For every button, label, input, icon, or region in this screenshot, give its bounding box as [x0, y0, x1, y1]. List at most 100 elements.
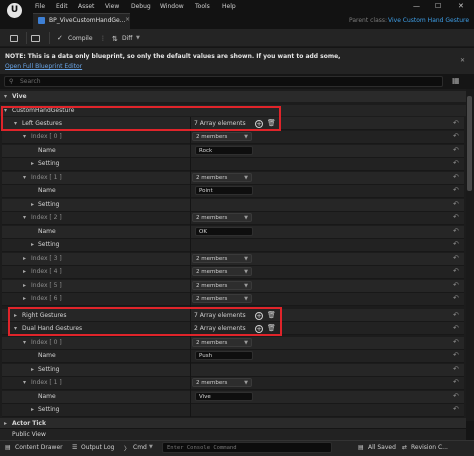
- expand-arrow-icon[interactable]: ▸: [23, 295, 26, 302]
- parent-class-link[interactable]: Vive Custom Hand Gesture: [388, 17, 469, 24]
- reset-icon[interactable]: ↶: [453, 324, 459, 332]
- scrollbar-thumb[interactable]: [467, 96, 472, 191]
- reset-icon[interactable]: ↶: [453, 267, 459, 275]
- reset-icon[interactable]: ↶: [453, 240, 459, 248]
- members-dropdown[interactable]: 2 members ▼: [192, 213, 252, 222]
- reset-icon[interactable]: ↶: [453, 311, 459, 319]
- reset-icon[interactable]: ↶: [453, 281, 459, 289]
- cmd-button[interactable]: Cmd: [133, 444, 147, 451]
- category-actor-tick[interactable]: [0, 418, 466, 428]
- compile-icon[interactable]: ✓: [57, 34, 63, 42]
- revision-control-button[interactable]: Revision C...: [411, 444, 469, 451]
- save-icon[interactable]: [10, 35, 18, 42]
- tab-close-icon[interactable]: ×: [125, 16, 130, 23]
- view-options-icon[interactable]: ▦: [452, 76, 461, 85]
- expand-arrow-icon[interactable]: ▸: [23, 255, 26, 262]
- unreal-logo-icon[interactable]: U: [7, 3, 22, 18]
- members-dropdown[interactable]: 2 members ▼: [192, 254, 252, 263]
- reset-icon[interactable]: ↶: [453, 159, 459, 167]
- reset-icon[interactable]: ↶: [453, 365, 459, 373]
- setting-row[interactable]: [2, 239, 464, 252]
- name-input[interactable]: OK: [195, 227, 253, 236]
- name-input[interactable]: Rock: [195, 146, 253, 155]
- name-input[interactable]: Vive: [195, 392, 253, 401]
- note-close-icon[interactable]: ✕: [460, 57, 465, 64]
- reset-icon[interactable]: ↶: [453, 392, 459, 400]
- expand-arrow-icon[interactable]: ▾: [23, 214, 26, 221]
- menu-debug[interactable]: Debug: [131, 3, 151, 10]
- expand-arrow-icon[interactable]: ▸: [31, 201, 34, 208]
- menu-help[interactable]: Help: [222, 3, 236, 10]
- close-window-button[interactable]: ✕: [458, 2, 464, 10]
- browse-icon[interactable]: [31, 35, 40, 42]
- members-dropdown[interactable]: 2 members ▼: [192, 267, 252, 276]
- compile-options-chevron-icon[interactable]: ⋮: [100, 35, 106, 42]
- content-drawer-button[interactable]: Content Drawer: [15, 444, 63, 451]
- menu-edit[interactable]: Edit: [56, 3, 68, 10]
- reset-icon[interactable]: ↶: [453, 173, 459, 181]
- output-log-button[interactable]: Output Log: [81, 444, 114, 451]
- expand-arrow-icon[interactable]: ▸: [23, 282, 26, 289]
- reset-icon[interactable]: ↶: [453, 378, 459, 386]
- setting-row[interactable]: [2, 158, 464, 171]
- all-saved-label[interactable]: All Saved: [368, 444, 396, 451]
- name-input[interactable]: Push: [195, 351, 253, 360]
- console-command-input[interactable]: Enter Console Command: [162, 442, 332, 453]
- diff-button[interactable]: Diff: [122, 35, 132, 42]
- expand-arrow-icon[interactable]: ▾: [23, 174, 26, 181]
- members-dropdown[interactable]: 2 members ▼: [192, 173, 252, 182]
- name-input[interactable]: Point: [195, 186, 253, 195]
- members-dropdown[interactable]: 2 members ▼: [192, 294, 252, 303]
- reset-icon[interactable]: ↶: [453, 213, 459, 221]
- output-log-icon[interactable]: ☰: [72, 444, 77, 451]
- reset-icon[interactable]: ↶: [453, 338, 459, 346]
- menu-tools[interactable]: Tools: [195, 3, 210, 10]
- reset-icon[interactable]: ↶: [453, 186, 459, 194]
- expand-arrow-icon[interactable]: ▾: [4, 93, 7, 100]
- setting-row[interactable]: [2, 364, 464, 377]
- members-dropdown[interactable]: 2 members ▼: [192, 281, 252, 290]
- reset-icon[interactable]: ↶: [453, 227, 459, 235]
- reset-icon[interactable]: ↶: [453, 132, 459, 140]
- content-drawer-icon[interactable]: ▤: [5, 444, 11, 451]
- diff-icon[interactable]: ⇅: [112, 35, 118, 43]
- expand-arrow-icon[interactable]: ▾: [23, 379, 26, 386]
- expand-arrow-icon[interactable]: ▸: [31, 241, 34, 248]
- minimize-button[interactable]: —: [413, 2, 420, 10]
- expand-arrow-icon[interactable]: ▾: [23, 339, 26, 346]
- search-input[interactable]: [20, 77, 420, 86]
- expand-arrow-icon[interactable]: ▸: [31, 366, 34, 373]
- tab-title[interactable]: BP_ViveCustomHandGe...: [49, 17, 125, 24]
- menu-asset[interactable]: Asset: [78, 3, 94, 10]
- menu-file[interactable]: File: [35, 3, 45, 10]
- open-full-editor-link[interactable]: Open Full Blueprint Editor: [5, 63, 82, 70]
- reset-icon[interactable]: ↶: [453, 119, 459, 127]
- diff-chevron-down-icon[interactable]: ▼: [136, 35, 140, 41]
- setting-row[interactable]: [2, 199, 464, 212]
- menu-view[interactable]: View: [105, 3, 119, 10]
- members-dropdown[interactable]: 2 members ▼: [192, 132, 252, 141]
- setting-row[interactable]: [2, 404, 464, 417]
- category-vive[interactable]: [0, 91, 466, 102]
- expand-arrow-icon[interactable]: ▸: [31, 160, 34, 167]
- expand-arrow-icon[interactable]: ▸: [23, 268, 26, 275]
- column-divider[interactable]: [190, 117, 191, 417]
- compile-button[interactable]: Compile: [68, 35, 93, 42]
- reset-icon[interactable]: ↶: [453, 294, 459, 302]
- menu-window[interactable]: Window: [160, 3, 184, 10]
- expand-arrow-icon[interactable]: ▾: [23, 133, 26, 140]
- reset-icon[interactable]: ↶: [453, 405, 459, 413]
- members-dropdown[interactable]: 2 members ▼: [192, 378, 252, 387]
- expand-arrow-icon[interactable]: ▸: [4, 420, 7, 427]
- source-control-icon[interactable]: ⇄: [402, 444, 407, 451]
- reset-icon[interactable]: ↶: [453, 254, 459, 262]
- cmd-icon[interactable]: 〉: [124, 444, 130, 453]
- reset-icon[interactable]: ↶: [453, 351, 459, 359]
- cmd-chevron-down-icon[interactable]: ▼: [149, 444, 153, 450]
- reset-icon[interactable]: ↶: [453, 200, 459, 208]
- expand-arrow-icon[interactable]: ▸: [31, 406, 34, 413]
- category-public-view[interactable]: [0, 429, 466, 440]
- members-dropdown[interactable]: 2 members ▼: [192, 338, 252, 347]
- save-all-icon[interactable]: ▤: [358, 444, 364, 451]
- reset-icon[interactable]: ↶: [453, 146, 459, 154]
